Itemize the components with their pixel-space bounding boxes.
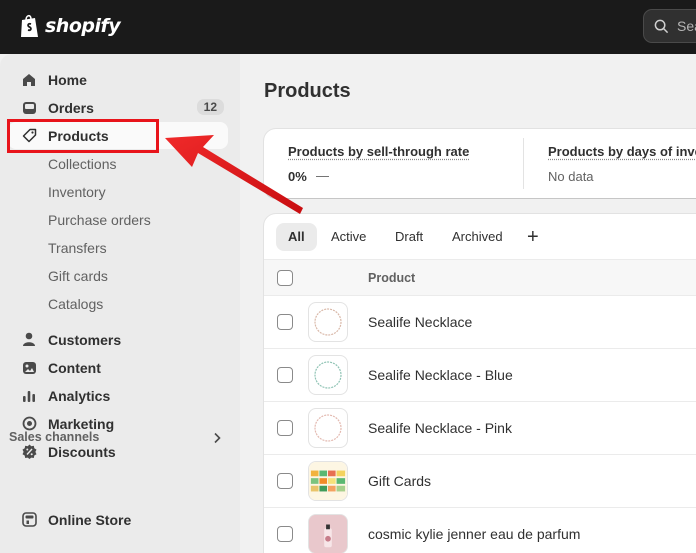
- tab-archived[interactable]: Archived: [440, 223, 515, 251]
- sidebar-item-customers[interactable]: Customers: [8, 326, 228, 353]
- sidebar-subitem-catalogs[interactable]: Catalogs: [48, 294, 103, 314]
- shopify-logo[interactable]: shopify: [19, 13, 121, 39]
- product-name[interactable]: cosmic kylie jenner eau de parfum: [368, 526, 580, 542]
- search-icon: [654, 19, 669, 33]
- search-bar[interactable]: Sea: [643, 9, 696, 43]
- product-name[interactable]: Sealife Necklace - Blue: [368, 367, 513, 383]
- product-thumbnail: [308, 302, 348, 342]
- tab-draft[interactable]: Draft: [383, 223, 435, 251]
- product-thumbnail: [308, 408, 348, 448]
- sidebar-item-online-store[interactable]: Online Store: [8, 506, 228, 533]
- sidebar-subitem-gift-cards[interactable]: Gift cards: [48, 266, 108, 286]
- inbox-icon: [21, 100, 37, 116]
- column-header-product[interactable]: Product: [368, 271, 415, 285]
- row-checkbox[interactable]: [277, 314, 293, 330]
- product-thumbnail: [308, 461, 348, 501]
- sidebar-item-content[interactable]: Content: [8, 354, 228, 381]
- sidebar-item-label: Analytics: [48, 387, 111, 404]
- sidebar-item-label: Orders: [48, 99, 94, 116]
- sidebar-item-analytics[interactable]: Analytics: [8, 382, 228, 409]
- row-checkbox[interactable]: [277, 420, 293, 436]
- metric-days-of-inventory-value: No data: [548, 169, 594, 184]
- sales-channels-heading[interactable]: Sales channels: [9, 430, 99, 444]
- brand-name: shopify: [45, 15, 121, 37]
- store-icon: [21, 512, 37, 528]
- row-checkbox[interactable]: [277, 526, 293, 542]
- table-row[interactable]: Sealife Necklace - Pink: [264, 402, 696, 455]
- page-title: Products: [264, 80, 351, 102]
- sidebar-item-label: Home: [48, 71, 87, 88]
- sidebar-subitem-inventory[interactable]: Inventory: [48, 182, 106, 202]
- orders-count-badge: 12: [196, 99, 224, 115]
- sidebar-item-label: Online Store: [48, 511, 132, 528]
- row-checkbox[interactable]: [277, 367, 293, 383]
- table-row[interactable]: Sealife Necklace - Blue: [264, 349, 696, 402]
- search-placeholder: Sea: [677, 18, 696, 34]
- sidebar-item-label: Discounts: [48, 443, 116, 460]
- table-row[interactable]: Gift Cards: [264, 455, 696, 508]
- product-name[interactable]: Gift Cards: [368, 473, 431, 489]
- metric-sell-through-trend: —: [316, 168, 329, 183]
- home-icon: [21, 72, 37, 88]
- metric-days-of-inventory-title[interactable]: Products by days of inve: [548, 144, 696, 159]
- chevron-right-icon[interactable]: [212, 432, 222, 444]
- metrics-card: Products by sell-through rate 0% — Produ…: [264, 129, 696, 198]
- product-thumbnail: [308, 355, 348, 395]
- sidebar-item-orders[interactable]: Orders 12: [8, 94, 228, 121]
- discount-icon: [21, 444, 37, 460]
- row-checkbox[interactable]: [277, 473, 293, 489]
- select-all-checkbox[interactable]: [277, 270, 293, 286]
- image-icon: [21, 360, 37, 376]
- add-view-button[interactable]: +: [527, 224, 539, 250]
- metric-sell-through-value: 0%: [288, 169, 307, 184]
- sidebar-item-label: Customers: [48, 331, 122, 348]
- sidebar-subitem-transfers[interactable]: Transfers: [48, 238, 107, 258]
- person-icon: [21, 332, 37, 348]
- sidebar-item-home[interactable]: Home: [8, 66, 228, 93]
- table-header: Product: [264, 259, 696, 296]
- table-row[interactable]: cosmic kylie jenner eau de parfum: [264, 508, 696, 553]
- metric-sell-through-title[interactable]: Products by sell-through rate: [288, 144, 469, 159]
- shopify-bag-icon: [21, 14, 38, 37]
- tab-all[interactable]: All: [276, 223, 317, 251]
- sidebar-item-label: Content: [48, 359, 101, 376]
- products-table-card: All Active Draft Archived + Product Seal…: [264, 214, 696, 553]
- product-thumbnail: [308, 514, 348, 553]
- table-row[interactable]: Sealife Necklace: [264, 296, 696, 349]
- sidebar-subitem-collections[interactable]: Collections: [48, 154, 116, 174]
- product-name[interactable]: Sealife Necklace - Pink: [368, 420, 512, 436]
- metric-divider: [523, 138, 524, 189]
- highlight-box: [7, 119, 159, 153]
- tab-active[interactable]: Active: [319, 223, 378, 251]
- product-name[interactable]: Sealife Necklace: [368, 314, 472, 330]
- sidebar-subitem-purchase-orders[interactable]: Purchase orders: [48, 210, 151, 230]
- bar-chart-icon: [21, 388, 37, 404]
- top-bar: shopify Sea: [0, 0, 696, 54]
